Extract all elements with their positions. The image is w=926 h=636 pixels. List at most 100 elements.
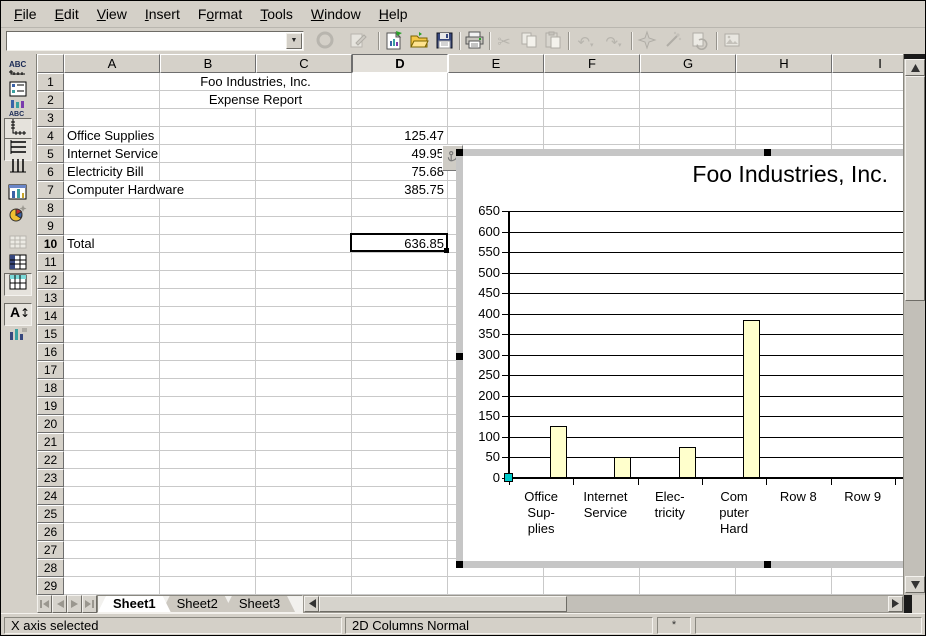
scroll-up-button[interactable] <box>905 59 925 76</box>
row-header-12[interactable]: 12 <box>37 271 64 289</box>
horizontal-split-handle[interactable] <box>904 595 912 613</box>
chart-bar-internet-service[interactable] <box>614 457 631 478</box>
cell-grid[interactable]: Foo Industries, Inc. 0501001502002503003… <box>64 73 903 595</box>
open-button[interactable] <box>407 31 431 53</box>
row-header-5[interactable]: 5 <box>37 145 64 163</box>
row-header-4[interactable]: 4 <box>37 127 64 145</box>
scale-text-button[interactable]: A↕ <box>4 303 32 326</box>
tab-sheet2[interactable]: Sheet2 <box>162 596 233 612</box>
menu-help[interactable]: Help <box>370 4 417 24</box>
horizontal-scroll-thumb[interactable] <box>319 596 567 612</box>
row-header-6[interactable]: 6 <box>37 163 64 181</box>
y-axis-label[interactable]: 200 <box>463 388 500 404</box>
column-header-G[interactable]: G <box>640 54 736 73</box>
y-axis-label[interactable]: 50 <box>463 449 500 465</box>
cell-B1[interactable]: Foo Industries, Inc. <box>160 73 351 90</box>
y-axis-label[interactable]: 100 <box>463 429 500 445</box>
x-axis-label[interactable]: Row 8 <box>766 489 830 505</box>
selection-handle[interactable] <box>456 149 463 156</box>
cell-A6[interactable]: Electricity Bill <box>64 163 144 180</box>
vertical-scroll-thumb[interactable] <box>905 76 925 301</box>
row-header-10[interactable]: 10 <box>37 235 64 253</box>
row-header-18[interactable]: 18 <box>37 379 64 397</box>
y-axis-label[interactable]: 650 <box>463 203 500 219</box>
active-cell-selection[interactable] <box>350 233 448 252</box>
horizontal-scrollbar[interactable] <box>303 595 904 613</box>
y-axis-label[interactable]: 400 <box>463 306 500 322</box>
x-axis-label[interactable]: ComputerHard <box>702 489 766 537</box>
column-header-I[interactable]: I <box>832 54 903 73</box>
tab-sheet3[interactable]: Sheet3 <box>224 596 295 612</box>
first-sheet-button[interactable] <box>37 595 52 613</box>
x-axis-line[interactable] <box>508 477 903 479</box>
x-axis-label[interactable]: OfficeSup-plies <box>509 489 573 537</box>
menu-window[interactable]: Window <box>302 4 370 24</box>
y-axis-label[interactable]: 600 <box>463 224 500 240</box>
y-axis-label[interactable]: 250 <box>463 367 500 383</box>
cell-D7[interactable]: 385.75 <box>352 181 447 198</box>
row-header-20[interactable]: 20 <box>37 415 64 433</box>
row-header-14[interactable]: 14 <box>37 307 64 325</box>
cell-B2[interactable]: Expense Report <box>160 91 351 108</box>
y-axis-label[interactable]: 0 <box>463 470 500 486</box>
row-header-27[interactable]: 27 <box>37 541 64 559</box>
chart-autoformat-button[interactable] <box>4 204 32 227</box>
url-combobox[interactable]: ▼ <box>6 31 304 51</box>
combo-dropdown-icon[interactable]: ▼ <box>286 33 302 49</box>
y-axis-label[interactable]: 450 <box>463 285 500 301</box>
menu-format[interactable]: Format <box>189 4 251 24</box>
selection-handle[interactable] <box>764 561 771 568</box>
x-axis-label[interactable]: Row 9 <box>831 489 895 505</box>
menu-insert[interactable]: Insert <box>136 4 189 24</box>
scroll-right-button[interactable] <box>888 596 903 612</box>
column-header-C[interactable]: C <box>256 54 352 73</box>
row-header-16[interactable]: 16 <box>37 343 64 361</box>
previous-sheet-button[interactable] <box>52 595 67 613</box>
column-header-H[interactable]: H <box>736 54 832 73</box>
tab-sheet1[interactable]: Sheet1 <box>98 596 171 612</box>
print-button[interactable] <box>462 31 486 53</box>
row-header-1[interactable]: 1 <box>37 73 64 91</box>
menu-view[interactable]: View <box>88 4 136 24</box>
row-header-3[interactable]: 3 <box>37 109 64 127</box>
selection-handle[interactable] <box>456 353 463 360</box>
y-axis-label[interactable]: 300 <box>463 347 500 363</box>
chart-plot[interactable]: Foo Industries, Inc. 0501001502002503003… <box>463 156 903 561</box>
url-input[interactable] <box>8 33 288 49</box>
fill-handle[interactable] <box>444 248 449 253</box>
last-sheet-button[interactable] <box>82 595 97 613</box>
cell-D6[interactable]: 75.68 <box>352 163 447 180</box>
row-header-25[interactable]: 25 <box>37 505 64 523</box>
data-in-columns-button[interactable] <box>4 273 32 296</box>
cell-A5[interactable]: Internet Service <box>64 145 158 162</box>
menu-file[interactable]: File <box>5 4 46 24</box>
row-header-23[interactable]: 23 <box>37 469 64 487</box>
column-header-E[interactable]: E <box>448 54 544 73</box>
row-header-2[interactable]: 2 <box>37 91 64 109</box>
row-header-24[interactable]: 24 <box>37 487 64 505</box>
column-header-F[interactable]: F <box>544 54 640 73</box>
row-header-11[interactable]: 11 <box>37 253 64 271</box>
cell-A4[interactable]: Office Supplies <box>64 127 154 144</box>
row-header-21[interactable]: 21 <box>37 433 64 451</box>
column-header-A[interactable]: A <box>64 54 160 73</box>
column-header-D[interactable]: D <box>352 54 448 73</box>
y-axis-label[interactable]: 550 <box>463 244 500 260</box>
cell-A10[interactable]: Total <box>64 235 94 252</box>
selection-handle[interactable] <box>764 149 771 156</box>
save-button[interactable] <box>432 31 456 53</box>
row-header-26[interactable]: 26 <box>37 523 64 541</box>
y-axis-label[interactable]: 500 <box>463 265 500 281</box>
chart-object[interactable]: Foo Industries, Inc. 0501001502002503003… <box>456 149 903 568</box>
chart-bar-computer-hard[interactable] <box>743 320 760 478</box>
row-header-8[interactable]: 8 <box>37 199 64 217</box>
selection-handle[interactable] <box>456 561 463 568</box>
row-header-22[interactable]: 22 <box>37 451 64 469</box>
chart-bar-electricity[interactable] <box>679 447 696 478</box>
row-header-19[interactable]: 19 <box>37 397 64 415</box>
row-header-9[interactable]: 9 <box>37 217 64 235</box>
cell-A7[interactable]: Computer Hardware <box>64 181 184 198</box>
vertical-grid-onoff-button[interactable] <box>4 157 32 180</box>
row-header-13[interactable]: 13 <box>37 289 64 307</box>
vertical-scrollbar[interactable] <box>903 54 926 595</box>
